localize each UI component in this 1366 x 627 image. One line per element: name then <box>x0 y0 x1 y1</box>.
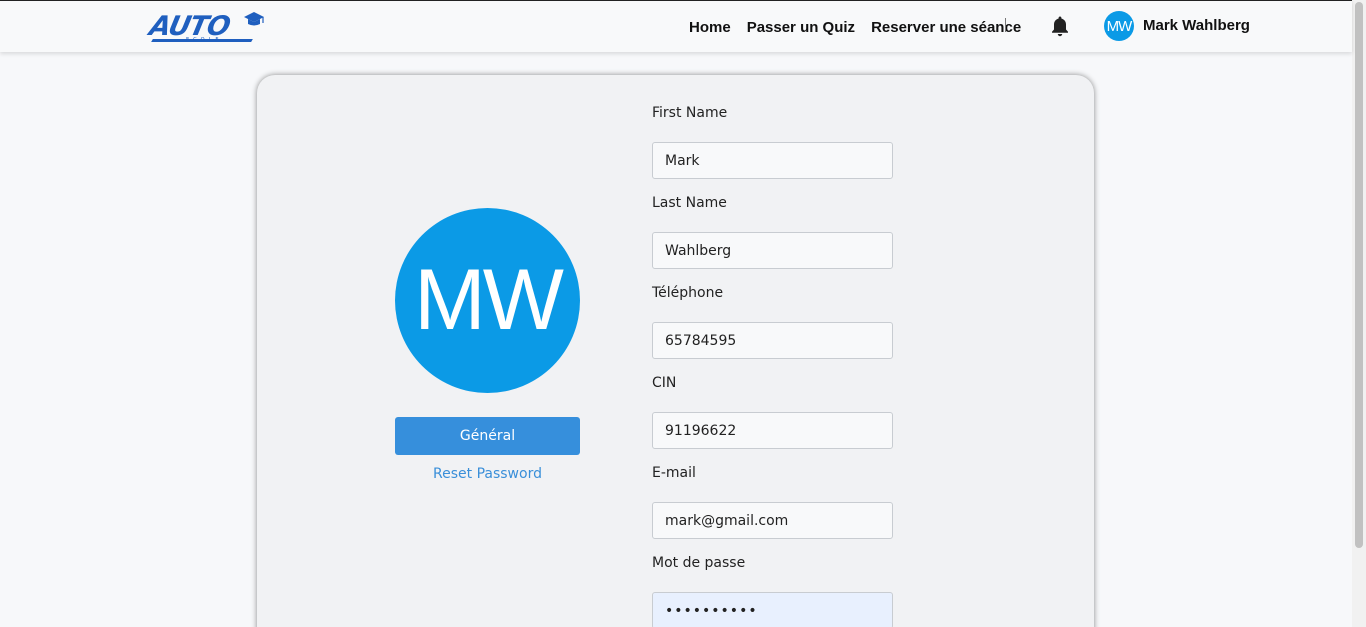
profile-card: MW Général Reset Password First Name Las… <box>257 75 1094 627</box>
email-group: E-mail <box>652 465 893 539</box>
last-name-label: Last Name <box>652 195 727 211</box>
first-name-label: First Name <box>652 105 728 121</box>
navbar: AUTO ECOLE Home Passer un Quiz Reserver … <box>0 0 1352 52</box>
reset-password-link[interactable]: Reset Password <box>395 466 580 482</box>
profile-avatar: MW <box>395 208 580 393</box>
email-field[interactable] <box>652 502 893 539</box>
first-name-field[interactable] <box>652 142 893 179</box>
cin-field[interactable] <box>652 412 893 449</box>
scrollbar[interactable] <box>1352 0 1366 627</box>
telephone-group: Téléphone <box>652 285 893 359</box>
last-name-group: Last Name <box>652 195 893 269</box>
general-button[interactable]: Général <box>395 417 580 455</box>
logo-subtitle: ECOLE <box>186 37 223 43</box>
last-name-field[interactable] <box>652 232 893 269</box>
first-name-group: First Name <box>652 105 893 179</box>
nav-link-quiz[interactable]: Passer un Quiz <box>747 19 855 36</box>
user-menu[interactable]: MW Mark Wahlberg <box>1104 11 1250 41</box>
user-name: Mark Wahlberg <box>1143 16 1250 34</box>
brand-logo[interactable]: AUTO ECOLE <box>147 9 265 45</box>
telephone-label: Téléphone <box>652 285 724 301</box>
nav-link-home[interactable]: Home <box>689 19 731 36</box>
password-label: Mot de passe <box>652 555 746 571</box>
telephone-field[interactable] <box>652 322 893 359</box>
bell-icon[interactable] <box>1050 15 1070 37</box>
password-group: Mot de passe <box>652 555 893 627</box>
nav-divider <box>1005 18 1006 32</box>
cin-label: CIN <box>652 375 677 391</box>
nav-links: Home Passer un Quiz Reserver une séance <box>689 1 1037 53</box>
password-field[interactable] <box>652 592 893 627</box>
graduation-cap-icon <box>244 12 264 26</box>
scrollbar-thumb[interactable] <box>1355 2 1363 548</box>
avatar: MW <box>1104 11 1134 41</box>
email-label: E-mail <box>652 465 696 481</box>
cin-group: CIN <box>652 375 893 449</box>
nav-link-reserver[interactable]: Reserver une séance <box>871 19 1021 36</box>
